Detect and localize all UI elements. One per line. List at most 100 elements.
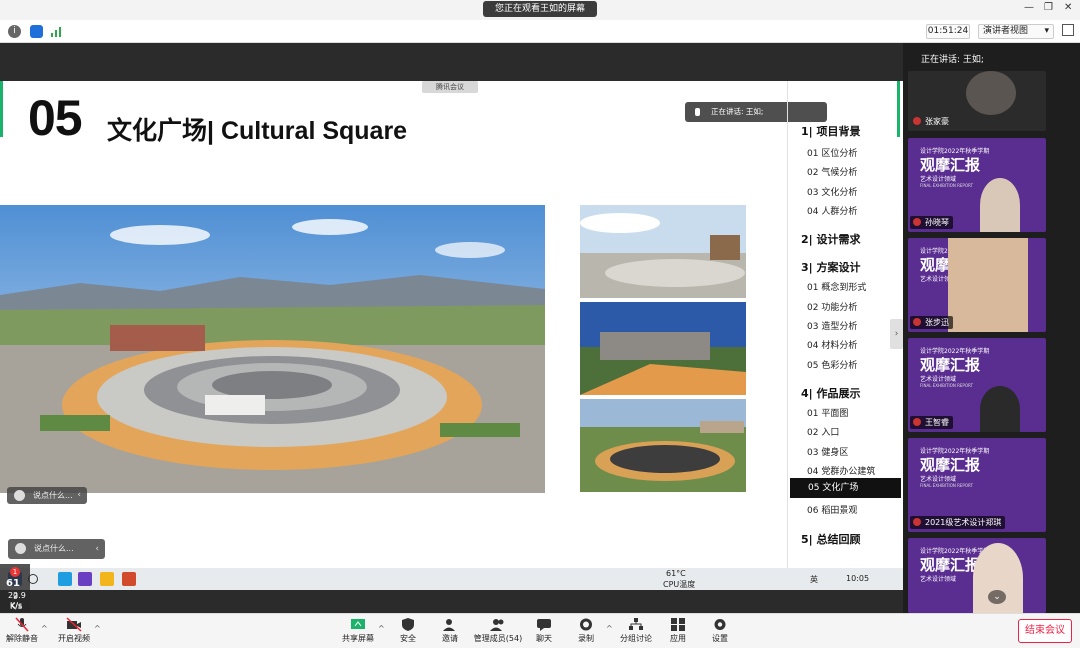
scroll-down-button[interactable]: ⌄ [988, 590, 1006, 604]
participants-panel: 正在讲话: 王如; 张家豪 设计学院2022年秋季学期 观摩汇报 艺术设计领域 … [903, 43, 1080, 613]
render-thumb-3 [580, 399, 746, 492]
participant-name: 张步迅 [910, 316, 953, 329]
outline-item: 02 入口 [807, 428, 840, 438]
powerpoint-icon[interactable] [122, 572, 136, 586]
poster-title: 观摩汇报 [920, 156, 981, 174]
fullscreen-icon[interactable] [1062, 24, 1074, 36]
outline-item: 01 区位分析 [807, 149, 858, 159]
outline-section: 1| 项目背景 [801, 125, 861, 138]
end-meeting-button[interactable]: 结束会议 [1018, 619, 1072, 643]
avatar [980, 386, 1020, 432]
chat-input-placeholder: 说点什么... [33, 491, 73, 500]
muted-icon [913, 218, 921, 226]
outline-item: 04 人群分析 [807, 207, 858, 217]
participant-name: 张家豪 [910, 115, 953, 128]
view-mode-value: 演讲者视图 [983, 26, 1029, 36]
avatar [948, 238, 1028, 332]
participant-name: 2021级艺术设计郑琪 [910, 516, 1006, 529]
monitor-count: 61 [6, 578, 20, 589]
outline-item: 03 健身区 [807, 448, 849, 458]
chevron-left-icon: ‹ [95, 544, 99, 554]
chat-input-inner[interactable]: 说点什么... ‹ [7, 487, 87, 504]
viewing-screen-label[interactable]: 您正在观看王如的屏幕 [483, 1, 597, 17]
muted-icon [913, 518, 921, 526]
slide-outline: 1| 项目背景 01 区位分析 02 气候分析 03 文化分析 04 人群分析 … [787, 81, 901, 571]
chevron-down-icon: ▾ [1044, 26, 1049, 36]
outline-item: 04 材料分析 [807, 341, 858, 351]
unmute-label: 解除静音 [6, 634, 38, 643]
slide-title: 文化广场| Cultural Square [107, 117, 408, 145]
shared-taskbar: 61°C CPU温度 英 10:05 [0, 568, 903, 590]
minimize-button[interactable]: — [1024, 2, 1034, 13]
avatar [966, 71, 1016, 115]
app-icon[interactable] [78, 572, 92, 586]
participant-tile[interactable]: 设计学院2022年秋季学期 观摩汇报 艺术设计领域 FINAL EXHIBITI… [908, 138, 1046, 232]
shield-icon[interactable] [30, 25, 43, 38]
participant-name: 王智睿 [910, 416, 953, 429]
participant-tile[interactable]: 设计学院2022年秋季学期 观摩汇报 艺术设计领域 张步迅 [908, 238, 1046, 332]
render-thumb-2 [580, 302, 746, 395]
meeting-toolbar: i 01:51:24 演讲者视图 ▾ [0, 20, 1080, 43]
chat-icon [537, 619, 551, 631]
outline-item-active: 05 文化广场 [790, 478, 901, 498]
invite-icon [443, 619, 455, 631]
poster-sub: 艺术设计领域 [920, 176, 957, 183]
poster-sub: 艺术设计领域 [920, 476, 957, 483]
avatar [980, 178, 1020, 232]
outline-item: 01 平面图 [807, 409, 849, 419]
chat-input-outer[interactable]: 说点什么... ‹ [8, 539, 105, 559]
chat-input-placeholder: 说点什么... [34, 544, 74, 553]
start-video-label: 开启视频 [58, 634, 90, 643]
poster-sub: 艺术设计领域 [920, 576, 957, 583]
presentation-slide: 05 文化广场| Cultural Square 腾讯会议 正在讲话: 王如; [0, 81, 903, 571]
temperature: 61°C [666, 569, 686, 578]
share-screen-label: 共享屏幕 [342, 634, 374, 643]
speaking-overlay-text: 正在讲话: 王如; [711, 107, 764, 116]
caret-icon[interactable]: ^ [94, 624, 101, 633]
outline-item: 03 文化分析 [807, 188, 858, 198]
smiley-icon [15, 543, 26, 554]
poster-title: 观摩汇报 [920, 456, 981, 474]
poster-sub: 艺术设计领域 [920, 376, 957, 383]
gear-icon [714, 619, 726, 630]
smiley-icon [14, 490, 25, 501]
outline-section: 3| 方案设计 [801, 261, 861, 274]
poster-en: FINAL EXHIBITION REPORT [920, 383, 973, 388]
record-label: 录制 [578, 634, 594, 643]
ime-label[interactable]: 英 [810, 574, 818, 585]
view-mode-select[interactable]: 演讲者视图 ▾ [978, 24, 1054, 39]
poster-en: FINAL EXHIBITION REPORT [920, 483, 973, 488]
participant-tile[interactable]: 设计学院2022年秋季学期 观摩汇报 艺术设计领域 ⌄ [908, 538, 1046, 613]
video-off-icon [66, 617, 82, 632]
participant-tile[interactable]: 设计学院2022年秋季学期 观摩汇报 艺术设计领域 FINAL EXHIBITI… [908, 338, 1046, 432]
close-button[interactable]: ✕ [1064, 2, 1072, 13]
taskbar-clock: 10:05 [846, 574, 870, 583]
muted-icon [913, 418, 921, 426]
edge-icon[interactable] [58, 572, 72, 586]
cpu-label: CPU温度 [663, 580, 696, 589]
poster-title: 观摩汇报 [920, 356, 981, 374]
poster-title: 观摩汇报 [920, 556, 981, 574]
participant-tile[interactable]: 张家豪 [908, 71, 1046, 131]
shield-icon [402, 618, 414, 631]
participant-tile[interactable]: 设计学院2022年秋季学期 观摩汇报 艺术设计领域 FINAL EXHIBITI… [908, 438, 1046, 532]
restore-button[interactable]: ❐ [1044, 2, 1053, 13]
signal-icon[interactable] [50, 25, 63, 38]
outline-section: 2| 设计需求 [801, 233, 861, 246]
microphone-muted-icon [15, 617, 29, 632]
settings-button[interactable]: 设置 [692, 616, 748, 648]
outline-item: 02 气候分析 [807, 168, 858, 178]
info-icon[interactable]: i [8, 25, 21, 38]
folder-icon[interactable] [100, 572, 114, 586]
collapse-panel-button[interactable]: › [890, 319, 903, 349]
members-icon [490, 619, 504, 631]
participant-name: 孙晓琴 [910, 216, 953, 229]
net-unit: K/s [10, 601, 23, 610]
poster-en: FINAL EXHIBITION REPORT [920, 183, 973, 188]
apps-icon [671, 618, 685, 631]
meeting-chip[interactable]: 腾讯会议 [422, 81, 478, 93]
outline-item: 02 功能分析 [807, 303, 858, 313]
outline-item: 01 概念到形式 [807, 283, 867, 293]
outline-item: 03 造型分析 [807, 322, 858, 332]
notification-badge: 1 [10, 567, 20, 577]
